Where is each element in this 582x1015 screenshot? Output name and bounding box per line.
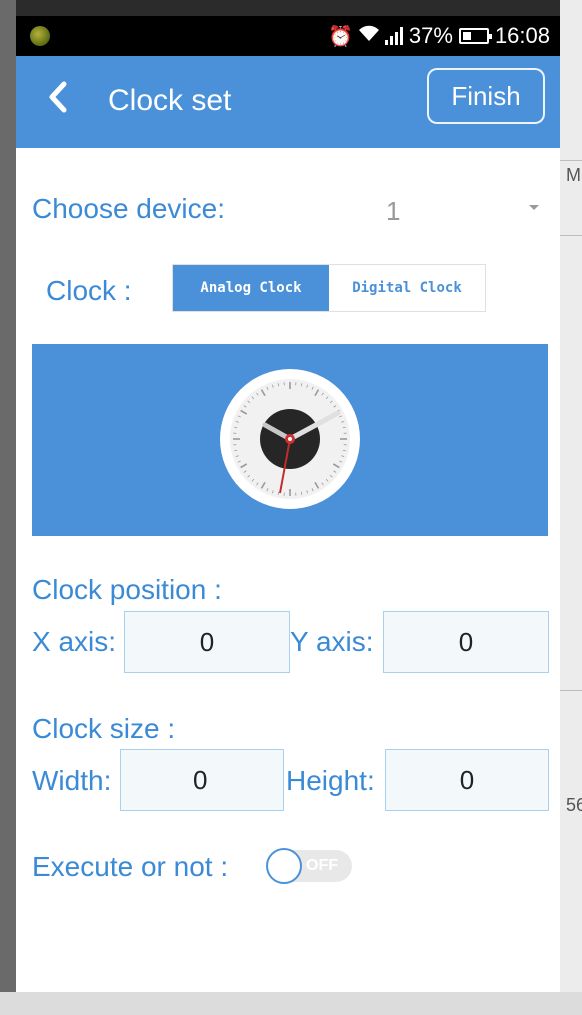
background-right-edge: M 56 bbox=[560, 0, 582, 1015]
x-axis-label: X axis: bbox=[32, 626, 117, 657]
height-input[interactable]: 0 bbox=[385, 749, 549, 811]
analog-clock-option[interactable]: Analog Clock bbox=[173, 265, 329, 311]
dropdown-caret-icon[interactable] bbox=[529, 205, 539, 210]
width-label: Width: bbox=[32, 765, 112, 796]
app-notification-icon bbox=[30, 26, 50, 46]
page-title: Clock set bbox=[108, 84, 232, 117]
status-bar: ⏰ 37% 16:08 bbox=[16, 16, 560, 56]
chevron-left-icon bbox=[49, 81, 67, 113]
phone-screen: ⏰ 37% 16:08 Clock set Finish Choose devi… bbox=[16, 16, 560, 992]
battery-percent: 37% bbox=[408, 23, 453, 48]
execute-label: Execute or not : bbox=[32, 851, 229, 882]
choose-device-label: Choose device: bbox=[32, 193, 226, 224]
clock-preview bbox=[32, 344, 548, 536]
y-axis-input[interactable]: 0 bbox=[383, 611, 549, 673]
wifi-icon bbox=[358, 24, 379, 48]
analog-clock-icon bbox=[220, 369, 360, 509]
battery-icon bbox=[458, 28, 492, 44]
device-select-value[interactable]: 1 bbox=[386, 196, 400, 227]
background-bottom-edge bbox=[0, 992, 582, 1015]
alarm-icon: ⏰ bbox=[327, 25, 353, 48]
y-axis-label: Y axis: bbox=[290, 626, 374, 657]
clock-type-label: Clock : bbox=[46, 275, 132, 306]
finish-button[interactable]: Finish bbox=[427, 68, 545, 124]
toggle-state-text: OFF bbox=[306, 857, 338, 874]
clock-time: 16:08 bbox=[494, 23, 550, 48]
height-label: Height: bbox=[286, 765, 375, 796]
digital-clock-option[interactable]: Digital Clock bbox=[329, 265, 485, 311]
clock-size-label: Clock size : bbox=[32, 713, 176, 744]
clock-type-switch: Analog Clock Digital Clock bbox=[172, 264, 486, 312]
app-bar: Clock set Finish bbox=[16, 56, 560, 148]
back-button[interactable] bbox=[46, 80, 86, 120]
x-axis-input[interactable]: 0 bbox=[124, 611, 290, 673]
background-left-edge bbox=[0, 0, 16, 1015]
signal-icon bbox=[384, 27, 403, 45]
width-input[interactable]: 0 bbox=[120, 749, 284, 811]
toggle-knob bbox=[266, 848, 302, 884]
execute-toggle[interactable]: OFF bbox=[266, 848, 354, 886]
clock-position-label: Clock position : bbox=[32, 574, 222, 605]
